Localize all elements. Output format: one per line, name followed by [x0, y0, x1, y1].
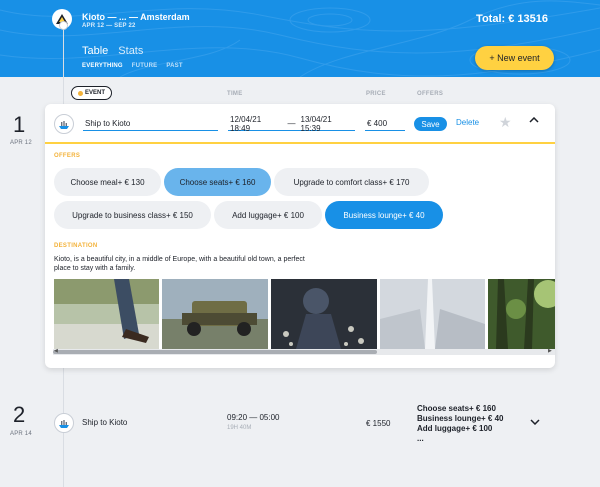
scroll-left-icon[interactable]: ◀: [54, 348, 58, 354]
trip-dates: APR 12 — SEP 22: [82, 23, 136, 29]
event-edit-header: 12/04/21 18:49 — 13/04/21 15:39 Save Del…: [45, 104, 555, 144]
event-offer: ...: [417, 434, 424, 443]
save-button[interactable]: Save: [414, 117, 447, 131]
ship-icon: [54, 413, 74, 433]
day-date: APR 14: [10, 431, 32, 437]
offer-toggle[interactable]: Choose seats+ € 160: [164, 168, 271, 196]
filter-everything[interactable]: EVERYTHING: [82, 63, 123, 69]
view-tabs: Table Stats: [82, 45, 143, 57]
destination-photo: [162, 279, 268, 349]
day-number: 1: [13, 112, 26, 137]
scroll-right-icon[interactable]: ▶: [548, 348, 552, 354]
collapse-chevron-up-icon[interactable]: [529, 115, 539, 126]
offer-toggle[interactable]: Upgrade to business class+ € 150: [54, 201, 211, 229]
column-time-label[interactable]: TIME: [227, 91, 243, 97]
event-offer: Business lounge+ € 40: [417, 414, 504, 423]
column-event-label: EVENT: [84, 90, 105, 96]
sort-indicator-icon: [77, 90, 83, 96]
offer-toggle[interactable]: Add luggage+ € 100: [214, 201, 322, 229]
destination-section-title: DESTINATION: [54, 243, 98, 249]
destination-photo: [380, 279, 485, 349]
destination-photo: [488, 279, 555, 349]
time-range-field: 12/04/21 18:49 — 13/04/21 15:39: [228, 115, 355, 133]
column-offers-label: OFFERS: [417, 91, 444, 97]
favorite-star-icon[interactable]: ★: [499, 114, 512, 131]
day-date: APR 12: [10, 140, 32, 146]
trip-route: Kioto — ... — Amsterdam: [82, 12, 190, 22]
event-offer: Add luggage+ € 100: [417, 424, 493, 433]
event-edit-card: 12/04/21 18:49 — 13/04/21 15:39 Save Del…: [45, 104, 555, 368]
gallery-scrollbar-thumb[interactable]: [53, 350, 377, 354]
offer-toggle[interactable]: Business lounge+ € 40: [325, 201, 443, 229]
price-input[interactable]: [365, 117, 405, 131]
destination-description: Kioto, is a beautiful city, in a middle …: [54, 256, 305, 272]
expand-chevron-down-icon[interactable]: [530, 417, 540, 428]
event-name: Ship to Kioto: [82, 418, 128, 427]
delete-button[interactable]: Delete: [456, 118, 479, 127]
column-price-label[interactable]: PRICE: [366, 91, 386, 97]
event-filters: EVERYTHING FUTURE PAST: [82, 63, 183, 69]
time-from-input[interactable]: 12/04/21 18:49: [230, 115, 283, 133]
time-to-input[interactable]: 13/04/21 15:39: [301, 115, 354, 133]
event-time: 09:20 — 05:00: [227, 413, 280, 422]
timeline-start-dot: [59, 21, 68, 30]
event-offers-list: Choose seats+ € 160 Business lounge+ € 4…: [417, 404, 503, 444]
ship-icon[interactable]: [54, 114, 74, 134]
offer-toggle[interactable]: Choose meal+ € 130: [54, 168, 161, 196]
sort-event-button[interactable]: EVENT: [71, 86, 112, 100]
tab-stats[interactable]: Stats: [118, 45, 143, 57]
filter-future[interactable]: FUTURE: [132, 63, 158, 69]
event-duration: 19H 40M: [227, 425, 252, 431]
new-event-button[interactable]: + New event: [475, 46, 554, 70]
offers-section-title: OFFERS: [54, 153, 81, 159]
destination-photo: [271, 279, 377, 349]
event-price: € 1550: [366, 419, 391, 428]
tab-table[interactable]: Table: [82, 45, 108, 57]
offer-toggle[interactable]: Upgrade to comfort class+ € 170: [274, 168, 429, 196]
filter-past[interactable]: PAST: [166, 63, 182, 69]
event-offer: Choose seats+ € 160: [417, 404, 496, 413]
app-header: Kioto — ... — Amsterdam APR 12 — SEP 22 …: [0, 0, 600, 77]
day-number: 2: [13, 402, 26, 427]
time-separator: —: [287, 119, 296, 128]
trip-total: Total: € 13516: [476, 13, 548, 25]
destination-input[interactable]: [83, 117, 218, 131]
destination-photo: [54, 279, 159, 349]
